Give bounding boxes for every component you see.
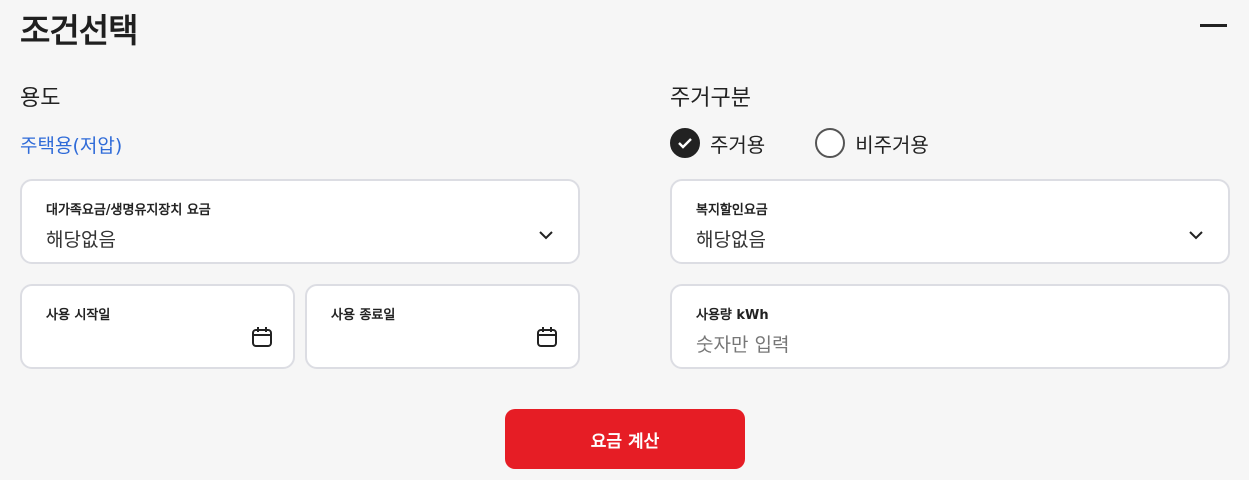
large-family-value: 해당없음 bbox=[46, 229, 116, 251]
usage-kwh-label: 사용량 kWh bbox=[696, 308, 769, 323]
calendar-icon[interactable] bbox=[536, 326, 558, 348]
large-family-select[interactable]: 대가족요금/생명유지장치 요금 해당없음 bbox=[20, 179, 580, 264]
chevron-down-icon bbox=[539, 231, 553, 240]
large-family-label: 대가족요금/생명유지장치 요금 bbox=[46, 203, 211, 218]
start-date-field[interactable]: 사용 시작일 bbox=[20, 284, 295, 369]
end-date-label: 사용 종료일 bbox=[331, 308, 396, 323]
radio-residential[interactable]: 주거용 bbox=[670, 128, 765, 158]
welfare-discount-value: 해당없음 bbox=[696, 229, 766, 251]
welfare-discount-label: 복지할인요금 bbox=[696, 203, 768, 218]
radio-residential-label: 주거용 bbox=[710, 132, 766, 157]
checked-circle-icon bbox=[670, 128, 700, 158]
page-title: 조건선택 bbox=[20, 11, 138, 50]
usage-section-label: 용도 bbox=[20, 86, 61, 111]
calculate-button[interactable]: 요금 계산 bbox=[505, 409, 745, 469]
unchecked-circle-icon bbox=[815, 128, 846, 158]
radio-non-residential[interactable]: 비주거용 bbox=[815, 128, 929, 158]
start-date-label: 사용 시작일 bbox=[46, 308, 111, 323]
usage-kwh-placeholder: 숫자만 입력 bbox=[696, 334, 790, 356]
minus-icon bbox=[1200, 24, 1227, 27]
end-date-field[interactable]: 사용 종료일 bbox=[305, 284, 580, 369]
residence-radio-group: 주거용 비주거용 bbox=[670, 128, 979, 158]
usage-kwh-input[interactable]: 사용량 kWh 숫자만 입력 bbox=[670, 284, 1230, 369]
radio-non-residential-label: 비주거용 bbox=[855, 132, 929, 157]
chevron-down-icon bbox=[1189, 231, 1203, 240]
welfare-discount-select[interactable]: 복지할인요금 해당없음 bbox=[670, 179, 1230, 264]
collapse-button[interactable] bbox=[1200, 14, 1228, 38]
usage-type-value: 주택용(저압) bbox=[20, 135, 123, 157]
calendar-icon[interactable] bbox=[251, 326, 273, 348]
residence-section-label: 주거구분 bbox=[670, 86, 751, 111]
